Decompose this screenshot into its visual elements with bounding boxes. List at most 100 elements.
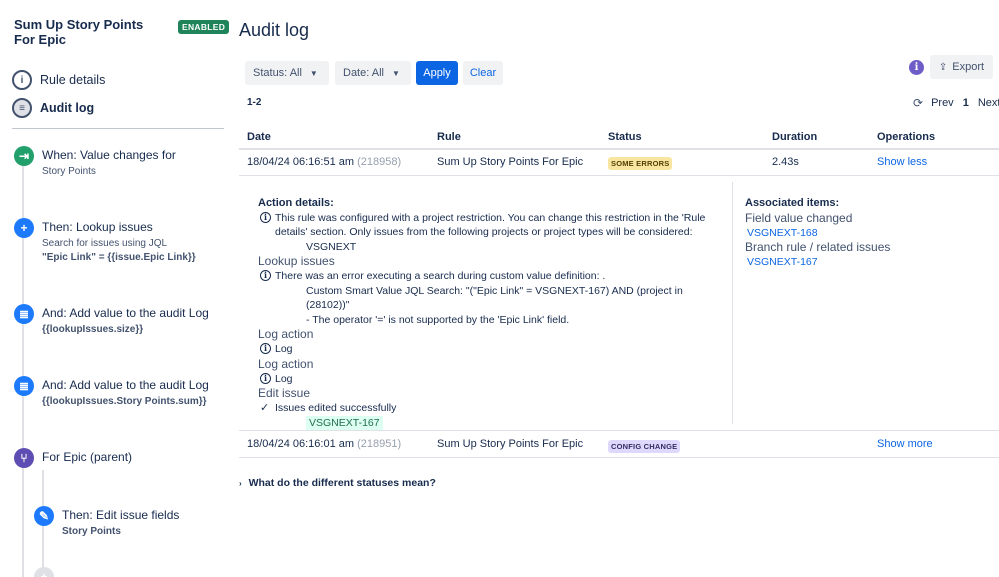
action-details-panel: Action details: i This rule was configur… (258, 196, 718, 430)
result-range: 1-2 (247, 97, 262, 108)
edited-issue-key[interactable]: VSGNEXT-167 (306, 415, 383, 430)
step-subtitle: Search for issues using JQL (42, 238, 168, 249)
prev-page-link[interactable]: Prev (931, 97, 954, 109)
show-more-link[interactable]: Show more (877, 438, 933, 450)
branch-icon: ⑂ (14, 448, 34, 468)
export-label: Export (952, 61, 985, 73)
sidebar-divider (12, 128, 224, 129)
info-icon: i (260, 270, 271, 281)
info-icon: i (12, 70, 32, 90)
show-less-link[interactable]: Show less (877, 156, 927, 168)
row-date: 18/04/24 06:16:51 am (218958) (247, 156, 401, 168)
chevron-right-icon: › (239, 479, 242, 488)
lookup-jql: Custom Smart Value JQL Search: "("Epic L… (306, 284, 683, 312)
row-id: (218951) (357, 438, 402, 450)
next-page-link[interactable]: Next (978, 97, 999, 109)
lookup-error-text: There was an error executing a search du… (275, 270, 606, 282)
column-header-status: Status (608, 131, 642, 143)
list-icon: ≡ (12, 98, 32, 118)
lookup-error: i There was an error executing a search … (258, 269, 718, 327)
current-page: 1 (962, 97, 969, 109)
associated-group-heading: Branch rule / related issues (745, 240, 891, 254)
step-title: And: Add value to the audit Log (42, 378, 209, 392)
info-icon[interactable]: i (909, 60, 924, 75)
details-separator (732, 182, 733, 424)
log-entry: i Log (258, 372, 718, 387)
action-details-heading: Action details: (258, 197, 334, 209)
log-entry: i Log (258, 342, 718, 357)
rule-status-badge: ENABLED (178, 20, 230, 34)
log-action-heading: Log action (258, 356, 314, 371)
step-subtitle: {{lookupIssues.size}} (42, 324, 144, 335)
edit-result: ✓ Issues edited successfully (258, 401, 718, 416)
rule-sidebar: Sum Up Story Points For Epic ENABLED i R… (0, 0, 230, 577)
row-id: (218958) (357, 156, 402, 168)
step-subtitle: Story Points (62, 526, 121, 537)
info-icon: i (260, 343, 271, 354)
info-icon: i (260, 372, 271, 384)
associated-items-panel: Associated items: Field value changed VS… (745, 196, 890, 270)
restriction-message: i This rule was configured with a projec… (258, 211, 718, 255)
row-date-text: 18/04/24 06:16:51 am (247, 156, 355, 168)
restriction-project: VSGNEXT (306, 240, 357, 253)
nav-audit-log[interactable]: ≡ Audit log (12, 97, 94, 119)
step-subtitle: {{lookupIssues.Story Points.sum}} (42, 396, 207, 407)
page-title: Audit log (239, 20, 310, 40)
edit-result-text: Issues edited successfully (275, 402, 397, 414)
status-lozenge-config: CONFIG CHANGE (608, 440, 681, 453)
nav-audit-log-label: Audit log (40, 101, 95, 115)
row-divider (239, 457, 999, 458)
log-action-heading: Log action (258, 327, 314, 341)
associated-issue-link[interactable]: VSGNEXT-168 (745, 226, 890, 241)
step-title: When: Value changes for (42, 148, 176, 162)
date-filter[interactable]: Date: All ▼ (335, 61, 411, 85)
step-title: Then: Lookup issues (42, 220, 153, 234)
chevron-down-icon: ▼ (309, 68, 318, 78)
column-header-operations: Operations (877, 131, 936, 143)
row-rule: Sum Up Story Points For Epic (437, 156, 584, 168)
column-header-duration: Duration (772, 131, 818, 143)
plus-icon: + (14, 218, 34, 238)
column-header-date: Date (247, 131, 271, 143)
status-filter-label: Status: All (253, 67, 302, 79)
status-lozenge-errors: SOME ERRORS (608, 157, 673, 170)
status-filter[interactable]: Status: All ▼ (245, 61, 329, 85)
apply-button[interactable]: Apply (416, 61, 458, 85)
lookup-reason: - The operator '=' is not supported by t… (306, 313, 570, 326)
clear-button[interactable]: Clear (463, 61, 503, 85)
step-jql: "Epic Link" = {{issue.Epic Link}} (42, 252, 196, 263)
step-subtitle: Story Points (42, 166, 96, 177)
row-divider (239, 175, 999, 176)
status-help-label: What do the different statuses mean? (248, 477, 436, 489)
step-title: For Epic (parent) (42, 450, 133, 464)
date-filter-label: Date: All (343, 67, 384, 79)
associated-issue-link[interactable]: VSGNEXT-167 (745, 255, 890, 270)
row-date: 18/04/24 06:16:01 am (218951) (247, 438, 401, 450)
info-icon: i (260, 211, 271, 223)
check-icon: ✓ (260, 402, 270, 414)
document-icon: ≣ (14, 304, 34, 324)
pencil-icon: ✎ (34, 506, 54, 526)
row-duration: 2.43s (772, 156, 799, 168)
log-entry-text: Log (275, 372, 293, 385)
edit-issue-heading: Edit issue (258, 386, 311, 400)
trigger-icon: ⇥ (14, 146, 34, 166)
step-title: Then: Edit issue fields (62, 508, 180, 522)
rule-title: Sum Up Story Points For Epic (14, 17, 144, 47)
status-help-toggle[interactable]: › What do the different statuses mean? (239, 477, 436, 489)
chevron-down-icon: ▼ (391, 68, 400, 78)
refresh-icon[interactable]: ⟳ (913, 96, 923, 110)
row-rule: Sum Up Story Points For Epic (437, 438, 584, 450)
restriction-line-2: details' section. Only issues from the f… (275, 226, 693, 238)
restriction-line-1: This rule was configured with a project … (275, 211, 706, 224)
plus-icon: + (34, 567, 54, 577)
step-title: And: Add value to the audit Log (42, 306, 209, 320)
header-divider (239, 148, 999, 150)
row-divider (239, 430, 999, 431)
export-button[interactable]: ⇪ Export (930, 55, 993, 79)
column-header-rule: Rule (437, 131, 461, 143)
lookup-heading: Lookup issues (258, 254, 335, 268)
nav-rule-details[interactable]: i Rule details (12, 69, 105, 91)
log-entry-text: Log (275, 343, 293, 355)
document-icon: ≣ (14, 376, 34, 396)
